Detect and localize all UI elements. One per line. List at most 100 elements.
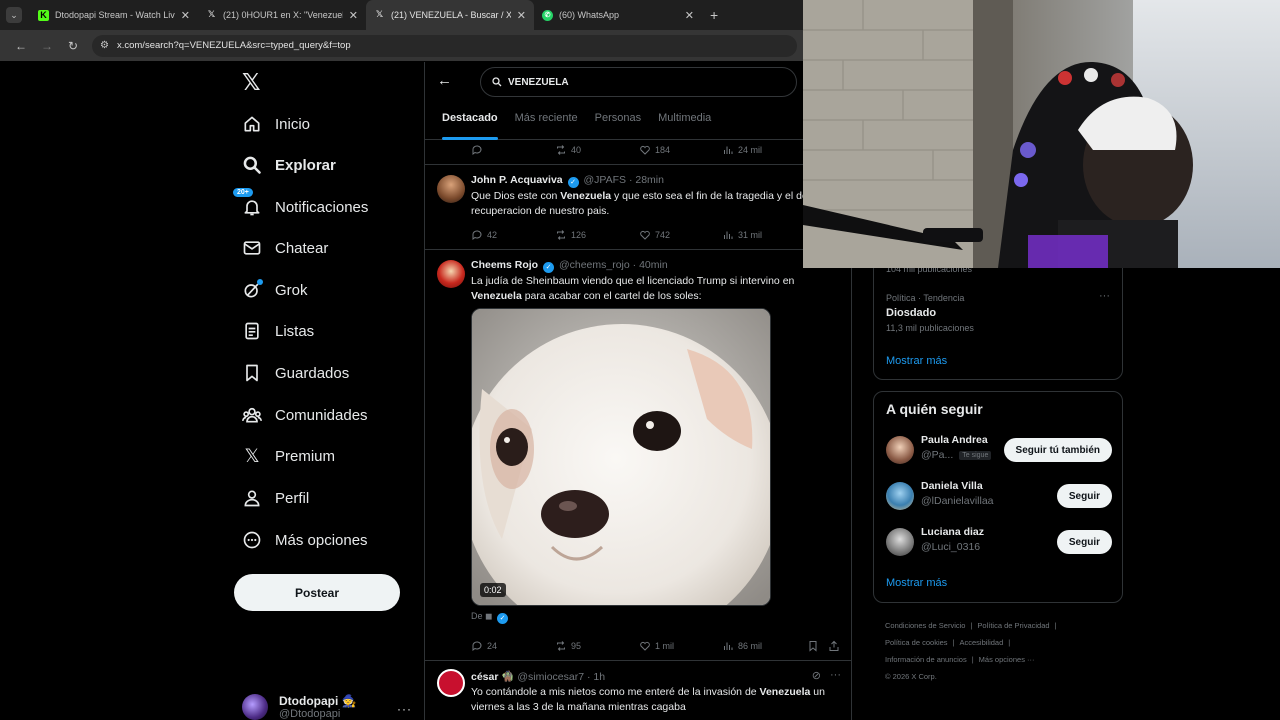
nav-item-guardados[interactable]: Guardados	[240, 358, 349, 388]
nav-item-mas-opciones[interactable]: Más opciones	[240, 525, 368, 555]
follow-suggestion[interactable]: Luciana diaz @Luci_0316 Seguir	[886, 526, 1112, 560]
author-handle[interactable]: @simiocesar7	[517, 671, 584, 683]
who-to-follow-panel: A quién seguir Paula Andrea @Pa... Te sig…	[873, 391, 1123, 603]
author-name[interactable]: Cheems Rojo	[471, 259, 538, 271]
close-tab-icon[interactable]: ✕	[685, 9, 694, 22]
nav-item-comunidades[interactable]: Comunidades	[240, 400, 368, 430]
tweet-actions: 40 184 24 mil	[471, 143, 801, 157]
search-input[interactable]: VENEZUELA	[480, 67, 797, 97]
nav-item-premium[interactable]: 𝕏 Premium	[240, 441, 335, 471]
more-icon[interactable]: ···	[397, 702, 412, 716]
site-info-icon[interactable]: ⚙	[100, 40, 109, 51]
tab-destacado[interactable]: Destacado	[442, 108, 498, 140]
browser-tab[interactable]: K Dtodopapi Stream - Watch Live ✕	[30, 0, 198, 30]
nav-item-perfil[interactable]: Perfil	[240, 483, 309, 513]
show-more-link[interactable]: Mostrar más	[886, 577, 947, 589]
follow-suggestion[interactable]: Paula Andrea @Pa... Te sigue Seguir tú ta…	[886, 434, 1112, 468]
reply-button[interactable]: 42	[471, 229, 497, 241]
tab-mas-reciente[interactable]: Más reciente	[515, 108, 578, 140]
views-button[interactable]: 86 mil	[722, 640, 762, 652]
suggestion-name[interactable]: Daniela Villa	[921, 480, 983, 492]
footer-links: Condiciones de Servicio | Política de Priv…	[885, 617, 1125, 685]
tab-title: (21) 0HOUR1 en X: "Venezuela	[223, 10, 343, 20]
more-icon[interactable]: ···	[830, 669, 841, 681]
trend-item[interactable]: Política · Tendencia Diosdado 11,3 mil p…	[874, 288, 1122, 338]
footer-link[interactable]: Más opciones ···	[979, 655, 1035, 664]
address-bar[interactable]: ⚙ x.com/search?q=VENEZUELA&src=typed_que…	[92, 34, 797, 57]
browser-tab[interactable]: 𝕏 (21) 0HOUR1 en X: "Venezuela ✕	[198, 0, 366, 30]
author-name[interactable]: John P. Acquaviva	[471, 174, 563, 186]
follow-button[interactable]: Seguir	[1056, 530, 1112, 554]
tweet-time[interactable]: 40min	[639, 259, 668, 271]
nav-item-grok[interactable]: Grok	[240, 275, 308, 305]
repost-button[interactable]: 95	[555, 640, 581, 652]
nav-item-inicio[interactable]: Inicio	[240, 109, 310, 139]
like-button[interactable]: 184	[639, 144, 670, 156]
close-tab-icon[interactable]: ✕	[349, 9, 358, 22]
footer-link[interactable]: Accesibilidad	[960, 638, 1004, 647]
tweet[interactable]: Cheems Rojo ✓ @cheems_rojo · 40min La ju…	[425, 250, 851, 661]
share-icon[interactable]	[828, 640, 844, 652]
avatar[interactable]	[886, 528, 914, 556]
suggestion-name[interactable]: Paula Andrea	[921, 434, 988, 446]
nav-item-explorar[interactable]: Explorar	[240, 150, 336, 180]
like-button[interactable]: 1 mil	[639, 640, 674, 652]
footer-link[interactable]: Política de cookies	[885, 638, 948, 647]
communities-icon	[240, 403, 264, 427]
tweet[interactable]: John P. Acquaviva ✓ @JPAFS · 28min Que D…	[425, 165, 851, 250]
tweet-time[interactable]: 28min	[635, 174, 664, 186]
x-logo-icon[interactable]: 𝕏	[242, 70, 261, 96]
author-name[interactable]: césar	[471, 671, 498, 683]
author-handle[interactable]: @cheems_rojo	[559, 259, 630, 271]
like-button[interactable]: 742	[639, 229, 670, 241]
avatar[interactable]	[886, 436, 914, 464]
close-tab-icon[interactable]: ✕	[517, 9, 526, 22]
nav-item-notificaciones[interactable]: 20+ Notificaciones	[232, 187, 368, 222]
avatar[interactable]	[437, 669, 465, 697]
nav-item-chatear[interactable]: Chatear	[240, 233, 328, 263]
tweet[interactable]: césar 🧌 @simiocesar7 · 1h ⊘ ··· Yo contá…	[425, 661, 851, 720]
follow-button[interactable]: Seguir	[1056, 484, 1112, 508]
tweet-video[interactable]: 0:02	[471, 308, 771, 606]
avatar[interactable]	[886, 482, 914, 510]
reload-icon[interactable]: ↻	[60, 39, 86, 53]
new-tab-button[interactable]: +	[710, 7, 718, 23]
views-button[interactable]: 24 mil	[722, 144, 762, 156]
account-switcher[interactable]: Dtodopapi 🧙 @Dtodopapi ···	[242, 692, 414, 720]
post-button[interactable]: Postear	[234, 574, 400, 611]
avatar[interactable]	[437, 175, 465, 203]
tab-search-button[interactable]: ⌄	[6, 7, 22, 23]
tab-multimedia[interactable]: Multimedia	[658, 108, 711, 140]
back-arrow-icon[interactable]: ←	[437, 72, 452, 89]
follow-back-button[interactable]: Seguir tú también	[1003, 438, 1112, 462]
views-button[interactable]: 31 mil	[722, 229, 762, 241]
footer-link[interactable]: Información de anuncios	[885, 655, 967, 664]
grok-icon[interactable]: ⊘	[812, 669, 821, 682]
nav-item-listas[interactable]: Listas	[240, 316, 314, 346]
video-source[interactable]: De ◼ ✓	[471, 611, 510, 624]
tweet-time[interactable]: 1h	[593, 671, 605, 683]
browser-tab-active[interactable]: 𝕏 (21) VENEZUELA - Buscar / X ✕	[366, 0, 534, 30]
browser-tab[interactable]: ✆ (60) WhatsApp ✕	[534, 0, 702, 30]
footer-link[interactable]: Condiciones de Servicio	[885, 621, 965, 630]
forward-arrow-icon[interactable]: →	[34, 39, 60, 53]
follow-suggestion[interactable]: Daniela Villa @lDanielavillaa Seguir	[886, 480, 1112, 514]
close-tab-icon[interactable]: ✕	[181, 9, 190, 22]
avatar[interactable]	[437, 260, 465, 288]
reply-button[interactable]: 24	[471, 640, 497, 652]
repost-button[interactable]: 40	[555, 144, 581, 156]
bookmark-icon[interactable]	[807, 640, 823, 652]
tweet-partial[interactable]: 40 184 24 mil	[425, 140, 851, 165]
show-more-link[interactable]: Mostrar más	[886, 355, 947, 367]
tab-personas[interactable]: Personas	[595, 108, 641, 140]
back-arrow-icon[interactable]: ←	[8, 39, 34, 53]
tweet-header: John P. Acquaviva ✓ @JPAFS · 28min	[471, 174, 664, 188]
more-icon[interactable]: ···	[1099, 290, 1110, 302]
repost-button[interactable]: 126	[555, 229, 586, 241]
suggestion-name[interactable]: Luciana diaz	[921, 526, 984, 538]
author-handle[interactable]: @JPAFS	[583, 174, 626, 186]
footer-link[interactable]: Política de Privacidad	[977, 621, 1049, 630]
reply-count: 24	[487, 641, 498, 651]
reply-button[interactable]	[471, 144, 487, 156]
views-count: 86 mil	[738, 641, 763, 651]
